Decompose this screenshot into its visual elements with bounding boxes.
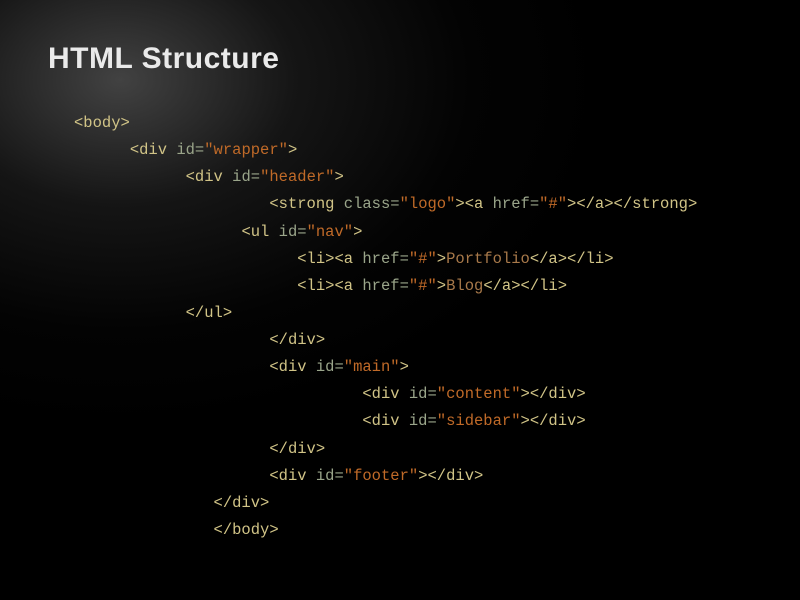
code-token: Blog (446, 277, 483, 295)
code-token: class= (334, 195, 399, 213)
slide: HTML Structure <body> <div id="wrapper">… (0, 0, 800, 600)
code-token: ></div> (521, 412, 586, 430)
code-token: id= (167, 141, 204, 159)
code-token: Portfolio (446, 250, 530, 268)
code-token: </a></li> (530, 250, 614, 268)
code-token: <div (269, 358, 306, 376)
code-token: id= (307, 467, 344, 485)
code-token: <div (362, 385, 399, 403)
code-token: "main" (344, 358, 400, 376)
code-token: id= (307, 358, 344, 376)
code-token: </body> (214, 521, 279, 539)
code-token: > (437, 250, 446, 268)
code-token: <body> (74, 114, 130, 132)
code-token: ><a (455, 195, 483, 213)
code-token: id= (223, 168, 260, 186)
code-token: </a></li> (483, 277, 567, 295)
code-token: > (437, 277, 446, 295)
code-token: "sidebar" (437, 412, 521, 430)
code-token: </div> (214, 494, 270, 512)
code-token: href= (483, 195, 539, 213)
code-token: > (353, 223, 362, 241)
code-block: <body> <div id="wrapper"> <div id="heade… (74, 110, 752, 544)
code-token: id= (269, 223, 306, 241)
code-token: ></div> (418, 467, 483, 485)
code-token: ></div> (521, 385, 586, 403)
code-token: <ul (241, 223, 269, 241)
code-token: </ul> (186, 304, 233, 322)
code-token: "nav" (307, 223, 354, 241)
code-token: "wrapper" (204, 141, 288, 159)
code-token: id= (400, 385, 437, 403)
code-token: </div> (269, 331, 325, 349)
code-token: </div> (269, 440, 325, 458)
slide-title: HTML Structure (48, 42, 752, 76)
code-token: "logo" (400, 195, 456, 213)
code-token: ></a></strong> (567, 195, 697, 213)
code-token: <div (269, 467, 306, 485)
code-token: "header" (260, 168, 334, 186)
code-token: <li><a (297, 277, 353, 295)
code-token: href= (353, 250, 409, 268)
code-token: "footer" (344, 467, 418, 485)
code-token: "#" (409, 250, 437, 268)
code-token: <div (130, 141, 167, 159)
code-token: <li><a (297, 250, 353, 268)
code-token: <div (186, 168, 223, 186)
code-token: > (400, 358, 409, 376)
code-token: <strong (269, 195, 334, 213)
code-token: <div (362, 412, 399, 430)
code-token: href= (353, 277, 409, 295)
code-token: "#" (539, 195, 567, 213)
code-token: "content" (437, 385, 521, 403)
code-token: > (288, 141, 297, 159)
code-token: id= (400, 412, 437, 430)
code-token: > (334, 168, 343, 186)
code-token: "#" (409, 277, 437, 295)
